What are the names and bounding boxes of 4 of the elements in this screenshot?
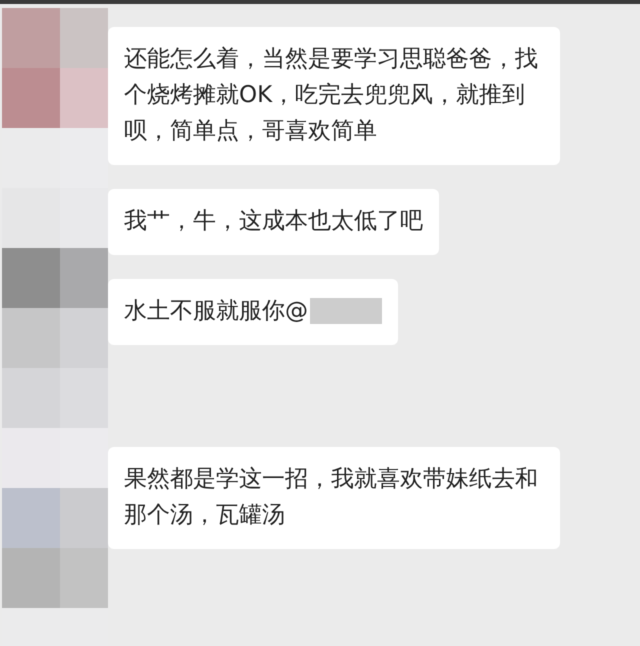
message-text: 果然都是学这一招，我就喜欢带妹纸去和那个汤，瓦罐汤: [124, 465, 539, 530]
message-text: 我艹，牛，这成本也太低了吧: [124, 207, 423, 236]
message-text: 还能怎么着，当然是要学习思聪爸爸，找个烧烤摊就OK，吃完去兜兜风，就推到呗，简单点，哥喜欢简单: [124, 45, 539, 146]
message-text: 水土不服就服你@: [124, 297, 308, 326]
